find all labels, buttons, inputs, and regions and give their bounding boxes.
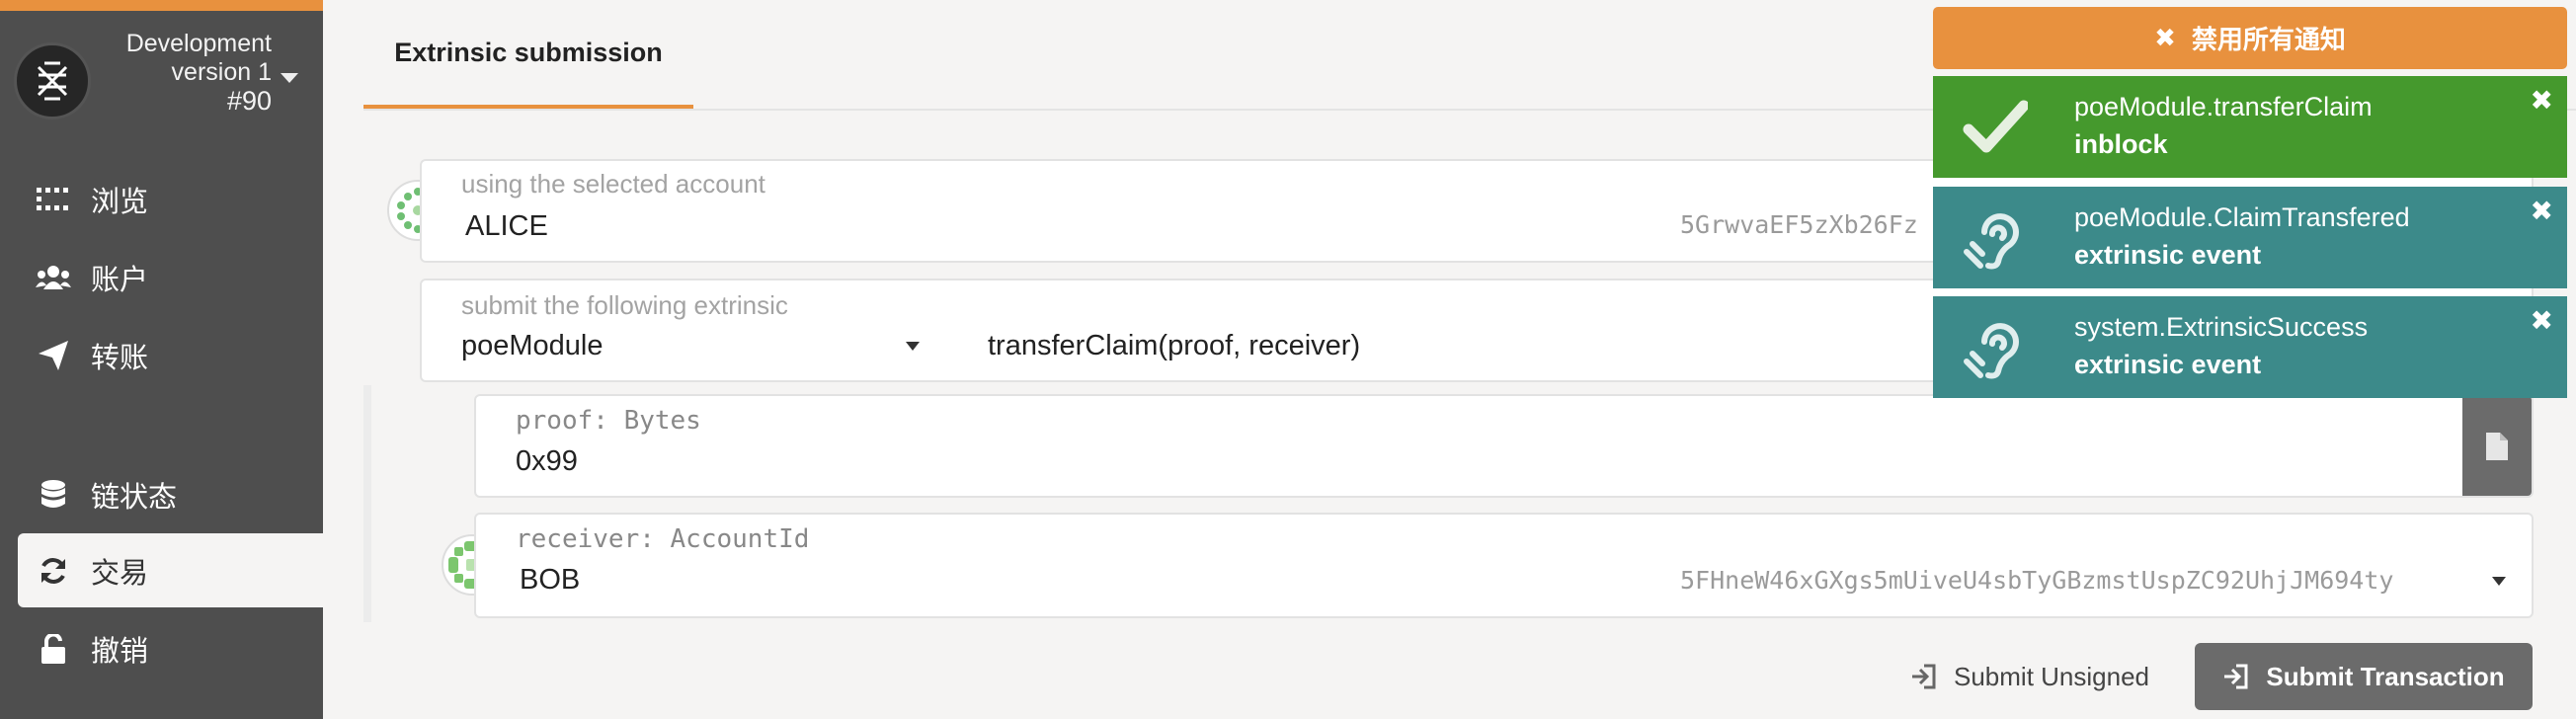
sidebar-item-label: 链状态 [91,481,178,514]
submit-unsigned-button[interactable]: Submit Unsigned [1901,647,2158,706]
dismiss-all-notifications-button[interactable]: ✖ 禁用所有通知 [1933,7,2567,69]
sidebar-accent-bar [0,0,323,11]
receiver-address: 5FHneW46xGXgs5mUiveU4sbTyGBzmstUspZC92Uh… [1680,566,2394,595]
check-icon [1963,100,2028,153]
account-address: 5GrwvaEF5zXb26Fz [1680,210,1918,239]
users-icon [36,260,71,295]
notification-title: poeModule.ClaimTransfered [2074,202,2410,232]
database-icon [36,477,71,513]
sidebar-item-chainstate[interactable]: 链状态 [18,457,323,531]
submit-unsigned-label: Submit Unsigned [1954,661,2149,691]
chain-logo-icon[interactable] [14,42,91,120]
sidebar-item-explorer[interactable]: 浏览 [18,162,323,236]
proof-param: proof: Bytes 0x99 [474,394,2534,498]
receiver-param[interactable]: receiver: AccountId BOB 5FHneW46xGXgs5mU… [474,513,2534,618]
method-select[interactable]: transferClaim(proof, receiver) [988,330,1360,362]
sidebar-item-transfer[interactable]: 转账 [18,318,323,392]
chevron-down-icon[interactable] [906,342,920,351]
sidebar-item-label: 交易 [91,557,149,590]
sidebar-item-label: 浏览 [91,186,149,218]
close-icon: ✖ [2154,23,2176,52]
sidebar-item-label: 转账 [91,342,149,374]
notification-status: extrinsic event [2074,350,2262,379]
sidebar-item-sudo[interactable]: 撤销 [18,611,323,685]
tab-extrinsic-submission[interactable]: Extrinsic submission [363,0,693,109]
ear-icon [1964,213,2019,270]
chain-version: version 1 [171,58,272,86]
send-icon [36,338,71,373]
account-name: ALICE [465,210,548,242]
params-indent [363,385,371,622]
close-icon[interactable]: ✖ [2531,304,2553,337]
notification-status: extrinsic event [2074,240,2262,270]
notification-extrinsic-success[interactable]: system.ExtrinsicSuccess extrinsic event … [1933,296,2567,398]
receiver-label: receiver: AccountId [516,524,810,554]
account-label: using the selected account [461,169,765,199]
close-icon[interactable]: ✖ [2531,84,2553,117]
notification-status: inblock [2074,129,2168,159]
chevron-down-icon[interactable] [281,73,298,83]
chain-selector[interactable]: Development version 1 #90 [99,30,272,116]
sidebar-item-label: 账户 [91,264,149,296]
extrinsic-label: submit the following extrinsic [461,290,788,320]
submit-transaction-button[interactable]: Submit Transaction [2195,643,2533,710]
chevron-down-icon[interactable] [2492,577,2506,586]
notification-title: system.ExtrinsicSuccess [2074,312,2369,342]
sync-icon [36,553,71,589]
sidebar-item-label: 撤销 [91,635,149,668]
sidebar-item-extrinsics[interactable]: 交易 [18,533,323,607]
sign-in-icon [2224,664,2248,689]
sidebar-item-accounts[interactable]: 账户 [18,240,323,314]
proof-label: proof: Bytes [516,406,701,436]
dismiss-all-label: 禁用所有通知 [2191,25,2346,54]
receiver-name: BOB [520,564,581,596]
close-icon[interactable]: ✖ [2531,195,2553,227]
submit-transaction-label: Submit Transaction [2266,661,2505,691]
module-select[interactable]: poeModule [461,330,604,362]
notification-transfer-claim[interactable]: poeModule.transferClaim inblock ✖ [1933,76,2567,178]
notification-claim-transfered[interactable]: poeModule.ClaimTransfered extrinsic even… [1933,187,2567,288]
unlock-icon [36,631,71,667]
proof-input[interactable]: 0x99 [516,445,578,478]
grid-icon [36,182,71,217]
notification-title: poeModule.transferClaim [2074,92,2373,121]
best-block-number: #90 [226,86,272,116]
file-icon [2486,432,2508,460]
sidebar: Development version 1 #90 浏览 账户 转账 链状态 交… [0,0,323,719]
file-upload-button[interactable] [2462,396,2532,496]
sign-in-icon [1912,664,1936,689]
ear-icon [1964,323,2019,379]
chain-name: Development [125,30,272,57]
